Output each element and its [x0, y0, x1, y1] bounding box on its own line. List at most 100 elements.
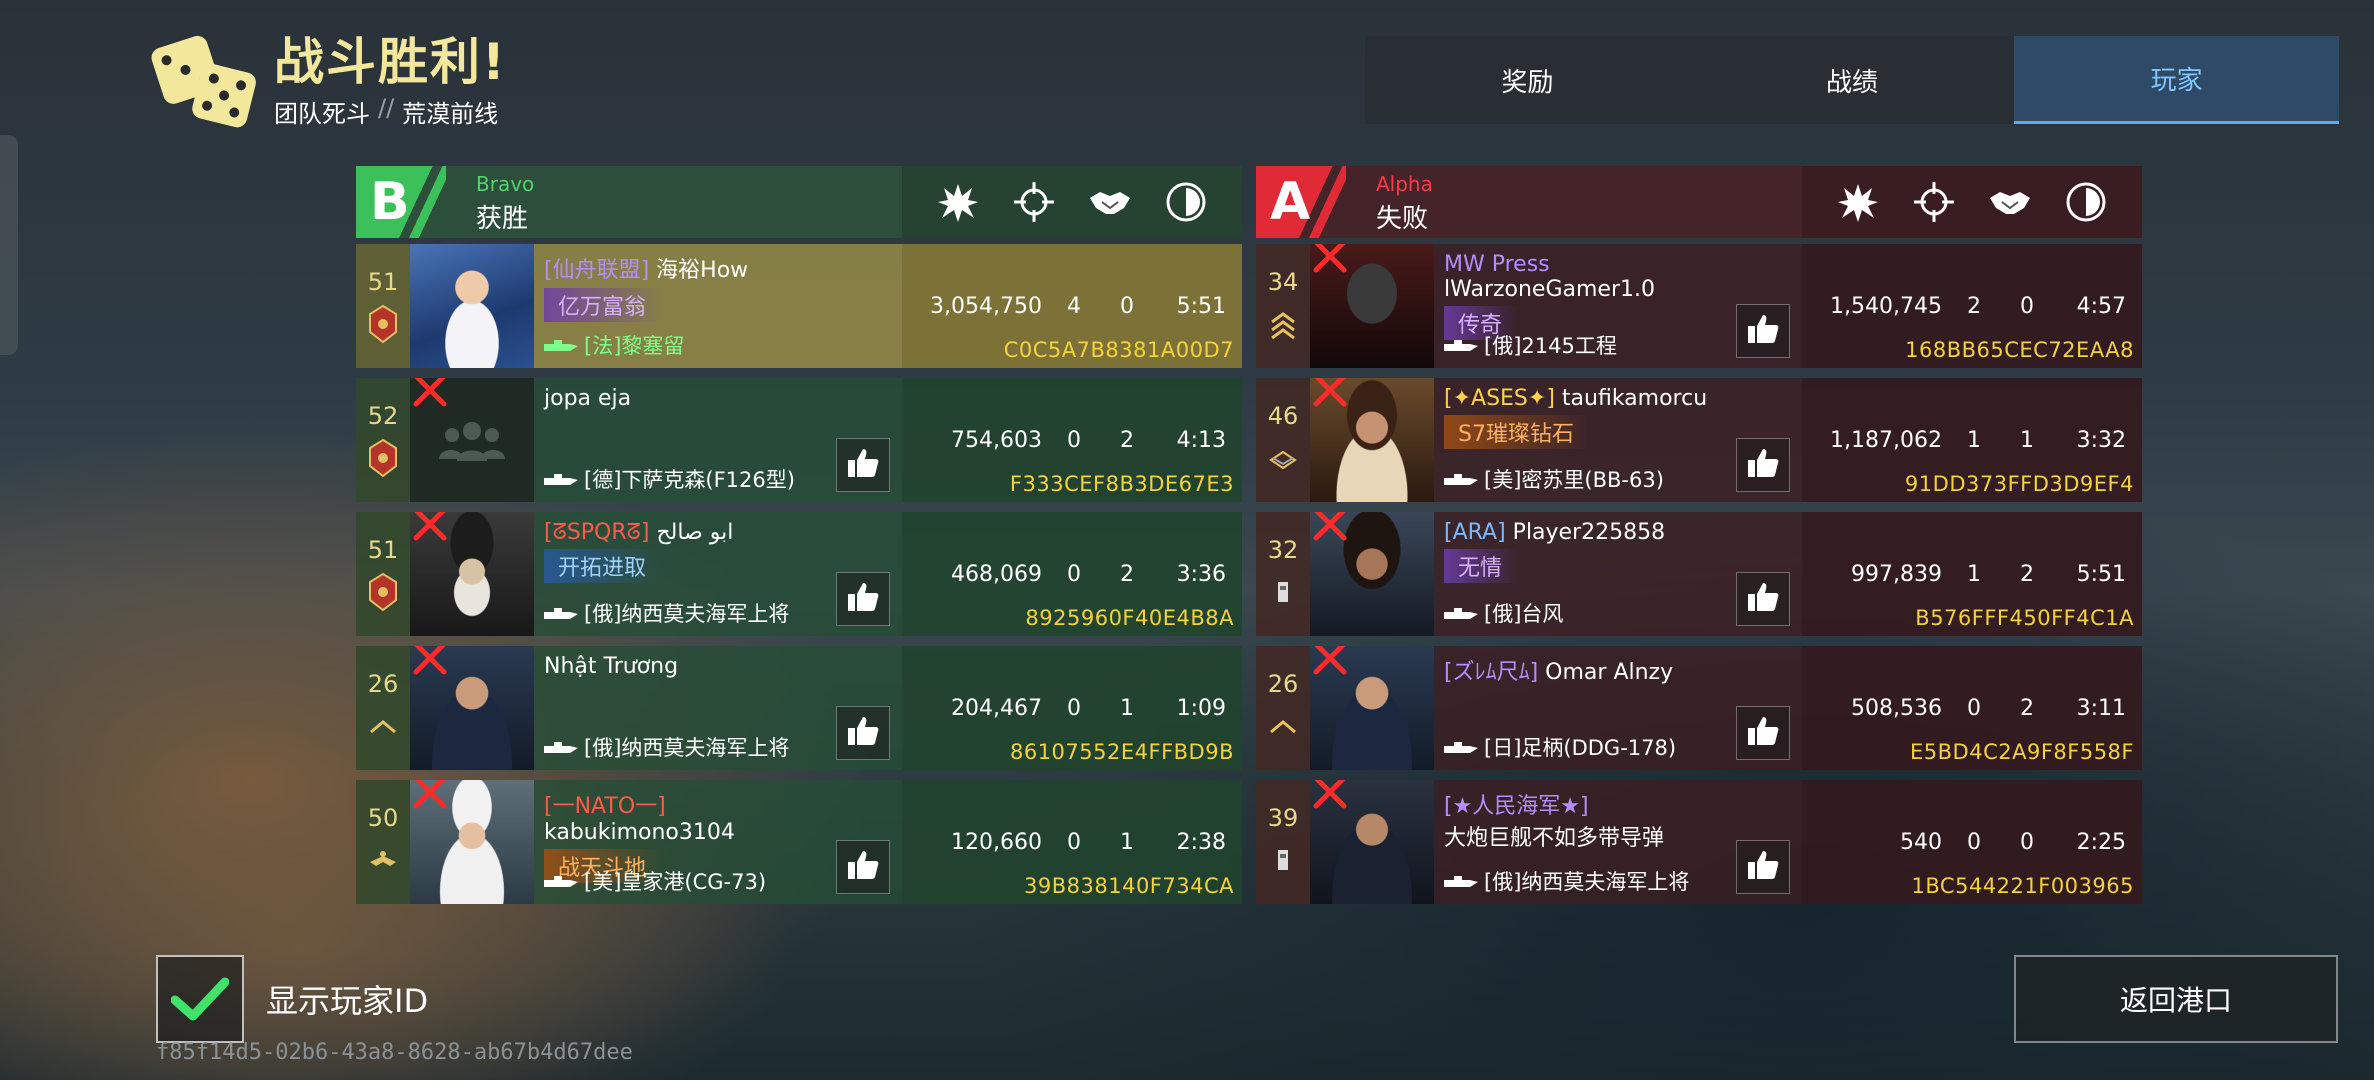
kills-count: 0	[1967, 696, 1981, 721]
player-stats: 997,839 1 2 5:51 B576FFF450FF4C1A	[1802, 512, 2142, 636]
like-button[interactable]	[836, 438, 890, 492]
player-row[interactable]: 46 [✦ASES✦] taufikamorcu S7璀璨钻石 [美]密苏里(BB-6…	[1256, 378, 2142, 502]
player-avatar[interactable]	[1310, 646, 1434, 770]
clan-tag: [ズﾚﾑ尺ﾑ]	[1444, 660, 1539, 685]
player-row[interactable]: 34 MW Press lWarzoneGamer1.0 传奇 [俄]2145工程 1,5…	[1256, 244, 2142, 368]
kills-icon	[1912, 180, 1956, 224]
assists-count: 0	[2020, 294, 2034, 319]
destroyed-x-icon	[410, 378, 450, 410]
player-stats: 754,603 0 2 4:13 F333CEF8B3DE67E3	[902, 378, 1242, 502]
damage-icon	[1836, 180, 1880, 224]
player-avatar[interactable]	[410, 780, 534, 904]
kills-count: 0	[1067, 696, 1081, 721]
like-button[interactable]	[1736, 840, 1790, 894]
player-avatar[interactable]	[410, 244, 534, 368]
player-info: [ズﾚﾑ尺ﾑ] Omar Alnzy [日]足柄(DDG-178)	[1434, 646, 1802, 770]
stats-line: 204,467 0 1 1:09	[902, 696, 1242, 721]
survival-time: 3:11	[2076, 696, 2126, 721]
clan-tag: [ARA]	[1444, 520, 1506, 545]
ship-class-icon	[544, 869, 578, 893]
player-row[interactable]: 52 jopa eja [德]下萨克森(F126型) 754,603 0 2 4:13 F33…	[356, 378, 1242, 502]
player-avatar[interactable]	[1310, 780, 1434, 904]
team-result: 获胜	[476, 204, 529, 234]
stats-line: 508,536 0 2 3:11	[1802, 696, 2142, 721]
rank-insignia-icon	[1268, 706, 1298, 746]
ship-class-icon	[1444, 735, 1478, 759]
tab-players[interactable]: 玩家	[2014, 36, 2340, 124]
player-avatar[interactable]	[410, 512, 534, 636]
rank-insignia-icon	[368, 706, 398, 746]
player-stats: 120,660 0 1 2:38 39B838140F734CA	[902, 780, 1242, 904]
like-button[interactable]	[1736, 304, 1790, 358]
player-row[interactable]: 51 [仙舟联盟] 海裕How 亿万富翁 [法]黎塞留 3,054,750 4 0 5:51 C…	[356, 244, 1242, 368]
survival-time: 5:51	[1176, 294, 1226, 319]
stats-line: 540 0 0 2:25	[1802, 830, 2142, 855]
player-id: 168BB65CEC72EAA8	[1905, 338, 2134, 362]
like-button[interactable]	[1736, 572, 1790, 626]
rank-level: 26	[367, 670, 399, 698]
player-row[interactable]: 39 [★人民海军★] 大炮巨舰不如多带导弹 [俄]纳西莫夫海军上将 540 0 0 2:25…	[1256, 780, 2142, 904]
ship-class-icon	[544, 467, 578, 491]
player-info: [✦ASES✦] taufikamorcu S7璀璨钻石 [美]密苏里(BB-63)	[1434, 378, 1802, 502]
stats-line: 3,054,750 4 0 5:51	[902, 294, 1242, 319]
player-avatar[interactable]	[1310, 244, 1434, 368]
like-button[interactable]	[836, 706, 890, 760]
kills-count: 1	[1967, 428, 1981, 453]
player-title-badge: 亿万富翁	[544, 288, 663, 322]
team-letter-badge: A	[1256, 166, 1346, 238]
player-row[interactable]: 32 [ARA] Player225858 无情 [俄]台风 997,839 1 2 5:51…	[1256, 512, 2142, 636]
ship-info: [德]下萨克森(F126型)	[544, 464, 795, 494]
ship-name: [俄]纳西莫夫海军上将	[584, 602, 790, 626]
clan-tag: [一NATO一]	[544, 794, 666, 819]
team-bravo-rows: 51 [仙舟联盟] 海裕How 亿万富翁 [法]黎塞留 3,054,750 4 0 5:51 C…	[356, 244, 1242, 904]
column-icons	[1802, 166, 2142, 238]
ship-info: [俄]台风	[1444, 598, 1563, 628]
player-row[interactable]: 51 [ᘔSPQRᘔ] ابو صالح 开拓进取 [俄]纳西莫夫海军上将 468,06…	[356, 512, 1242, 636]
like-button[interactable]	[836, 572, 890, 626]
rank-column: 52	[356, 378, 410, 502]
like-button[interactable]	[1736, 438, 1790, 492]
player-avatar[interactable]	[410, 646, 534, 770]
map-name: 荒漠前线	[402, 100, 499, 128]
rank-level: 50	[367, 804, 399, 832]
assists-count: 1	[1120, 830, 1134, 855]
player-avatar[interactable]	[1310, 512, 1434, 636]
tab-rewards[interactable]: 奖励	[1365, 36, 1690, 124]
player-info: jopa eja [德]下萨克森(F126型)	[534, 378, 902, 502]
player-avatar[interactable]	[410, 378, 534, 502]
show-id-checkbox[interactable]	[156, 955, 244, 1043]
clan-tag: [仙舟联盟]	[544, 258, 650, 283]
stats-line: 1,540,745 2 0 4:57	[1802, 294, 2142, 319]
team-code: Alpha	[1376, 172, 1433, 196]
like-button[interactable]	[1736, 706, 1790, 760]
destroyed-x-icon	[1310, 780, 1350, 812]
ship-class-icon	[544, 735, 578, 759]
survival-time: 4:13	[1176, 428, 1226, 453]
rank-column: 50	[356, 780, 410, 904]
assists-count: 1	[1120, 696, 1134, 721]
assists-count: 0	[2020, 830, 2034, 855]
assists-count: 2	[1120, 428, 1134, 453]
side-pull-tab[interactable]	[0, 135, 18, 355]
player-id: 91DD373FFD3D9EF4	[1904, 472, 2134, 496]
player-info: [ᘔSPQRᘔ] ابو صالح 开拓进取 [俄]纳西莫夫海军上将	[534, 512, 902, 636]
return-to-port-button[interactable]: 返回港口	[2014, 955, 2338, 1043]
thumbs-up-icon	[1746, 446, 1780, 484]
player-row[interactable]: 50 [一NATO一] kabukimono3104 战天斗地 [美]皇家港(CG-73…	[356, 780, 1242, 904]
stats-line: 468,069 0 2 3:36	[902, 562, 1242, 587]
rank-column: 26	[356, 646, 410, 770]
ship-class-icon	[1444, 601, 1478, 625]
show-player-id-toggle[interactable]: 显示玩家ID	[156, 955, 428, 1043]
team-letter-badge: B	[356, 166, 446, 238]
player-row[interactable]: 26 [ズﾚﾑ尺ﾑ] Omar Alnzy [日]足柄(DDG-178) 508,53…	[1256, 646, 2142, 770]
kills-count: 4	[1067, 294, 1081, 319]
ship-name: [美]密苏里(BB-63)	[1484, 468, 1664, 492]
tab-stats[interactable]: 战绩	[1690, 36, 2015, 124]
player-avatar[interactable]	[1310, 378, 1434, 502]
rank-insignia-icon	[368, 438, 398, 478]
assists-count: 2	[2020, 562, 2034, 587]
show-id-label: 显示玩家ID	[266, 982, 429, 1020]
player-row[interactable]: 26 Nhật Trương [俄]纳西莫夫海军上将 204,467 0 1 1:09 861…	[356, 646, 1242, 770]
like-button[interactable]	[836, 840, 890, 894]
survival-time: 2:25	[2076, 830, 2126, 855]
